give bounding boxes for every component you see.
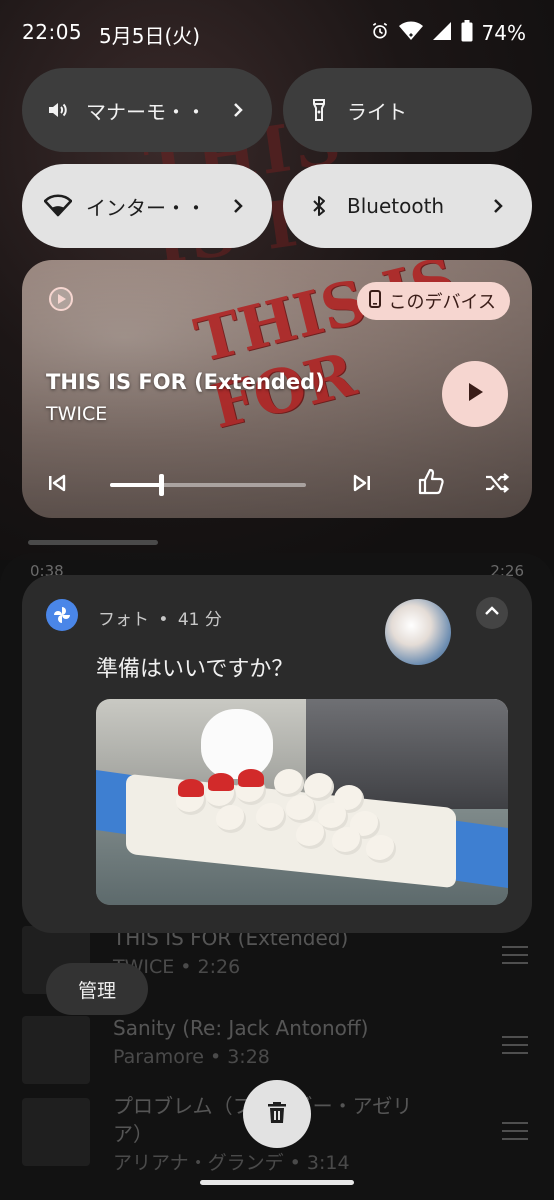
photos-notification[interactable]: フォト • 41 分 準備はいいですか？ (22, 575, 532, 933)
previous-button[interactable] (44, 472, 70, 498)
skip-next-icon (351, 472, 373, 498)
progress-thumb[interactable] (158, 474, 164, 496)
media-artist: TWICE (46, 403, 108, 425)
photo-plush-hat (238, 769, 264, 787)
media-player-card[interactable]: THIS IS FOR このデバイス THIS IS FOR (Extended… (22, 260, 532, 518)
list-item-art (22, 1098, 90, 1166)
bluetooth-icon (305, 192, 333, 220)
home-gesture-bar[interactable] (200, 1180, 354, 1185)
output-device-label: このデバイス (388, 292, 496, 313)
tile-label: Bluetooth (347, 194, 445, 218)
photo-plush (286, 795, 316, 823)
play-button[interactable] (442, 361, 508, 427)
list-item-title-line2: ア） (113, 1122, 153, 1146)
progress-fill (110, 483, 161, 487)
wifi-icon (44, 192, 72, 220)
tile-label: インター・・ (86, 195, 206, 220)
list-item-art (22, 1016, 90, 1084)
signal-icon (432, 21, 452, 45)
thumbs-up-button[interactable] (416, 467, 446, 501)
flashlight-icon (305, 96, 333, 124)
photo-plush (274, 769, 304, 797)
notification-time: 41 分 (177, 610, 222, 630)
photos-app-icon (46, 599, 78, 631)
play-icon (464, 381, 486, 407)
status-date: 5月5日(火) (99, 24, 201, 48)
clear-all-button[interactable] (243, 1080, 311, 1148)
battery-percent: 74% (481, 21, 526, 45)
photo-plush (366, 835, 396, 863)
collapse-button[interactable] (476, 597, 508, 629)
notification-thumbnail (385, 599, 451, 665)
shuffle-icon (484, 470, 510, 500)
next-button[interactable] (349, 472, 375, 498)
manage-button[interactable]: 管理 (46, 963, 148, 1015)
speaker-icon (44, 96, 72, 124)
battery-icon (461, 20, 473, 46)
chevron-right-icon[interactable] (226, 194, 250, 218)
photo-plush-hat (208, 773, 234, 791)
notification-header: フォト • 41 分 (98, 605, 222, 630)
shuffle-button[interactable] (484, 472, 510, 498)
phone-icon (368, 289, 381, 313)
media-progress-bar[interactable] (110, 474, 306, 496)
thumbs-up-icon (416, 467, 446, 501)
divider-pill (28, 540, 158, 545)
notification-message: 準備はいいですか？ (96, 657, 294, 682)
notification-app-name: フォト (98, 610, 149, 630)
alarm-icon (370, 21, 390, 45)
tile-label: マナーモ・・ (86, 99, 206, 124)
chevron-right-icon[interactable] (486, 194, 510, 218)
tile-bluetooth[interactable]: Bluetooth (283, 164, 532, 248)
wifi-icon (398, 21, 423, 45)
tile-sound-mode[interactable]: マナーモ・・ (22, 68, 272, 152)
tile-internet[interactable]: インター・・ (22, 164, 272, 248)
header-separator: • (158, 610, 169, 630)
music-app-icon (48, 286, 74, 312)
skip-previous-icon (46, 472, 68, 498)
notification-photo[interactable] (96, 699, 508, 905)
status-time: 22:05 (22, 20, 83, 44)
drag-handle-icon (502, 1122, 528, 1140)
photo-plush-hat (178, 779, 204, 797)
tile-label: ライト (347, 99, 407, 124)
output-device-button[interactable]: このデバイス (356, 282, 510, 320)
trash-icon (266, 1100, 288, 1128)
drag-handle-icon (502, 946, 528, 964)
list-item-subtitle: Paramore • 3:28 (113, 1046, 270, 1068)
list-item-subtitle: アリアナ・グランデ • 3:14 (113, 1152, 350, 1174)
photo-plush-large (201, 709, 273, 779)
photo-plush (216, 805, 246, 833)
photo-plush (332, 827, 362, 855)
tile-flashlight[interactable]: ライト (283, 68, 532, 152)
list-item: Sanity (Re: Jack Antonoff) Paramore • 3:… (0, 1008, 554, 1088)
status-bar: 22:05 5月5日(火) 74% (0, 0, 554, 68)
list-item-title: Sanity (Re: Jack Antonoff) (113, 1016, 369, 1040)
drag-handle-icon (502, 1036, 528, 1054)
photo-plush (256, 803, 286, 831)
photo-plush (296, 821, 326, 849)
status-icons: 74% (370, 20, 526, 46)
chevron-right-icon[interactable] (226, 98, 250, 122)
media-title: THIS IS FOR (Extended) (46, 370, 325, 394)
chevron-up-icon (483, 602, 501, 624)
